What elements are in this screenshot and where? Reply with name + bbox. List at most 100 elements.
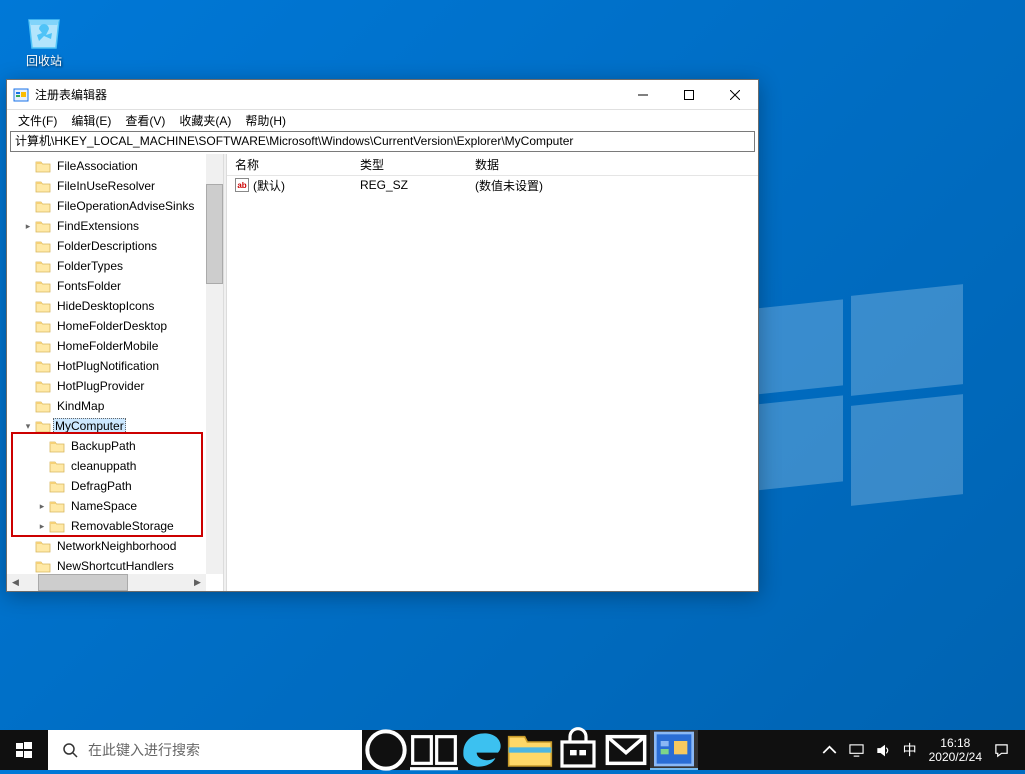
- tree-item-label: HomeFolderDesktop: [55, 319, 169, 333]
- registry-editor-window: 注册表编辑器 文件(F) 编辑(E) 查看(V) 收藏夹(A) 帮助(H) Fi…: [6, 79, 759, 592]
- windows-logo-wallpaper: [755, 290, 965, 500]
- task-view-icon: [410, 726, 458, 774]
- expander-icon[interactable]: ▸: [35, 501, 49, 512]
- tree-item-hotplugprovider[interactable]: HotPlugProvider: [11, 376, 223, 396]
- address-bar[interactable]: [10, 131, 755, 152]
- tree-item-homefolderdesktop[interactable]: HomeFolderDesktop: [11, 316, 223, 336]
- folder-icon: [35, 559, 51, 573]
- action-center-button[interactable]: [988, 730, 1015, 770]
- tree-item-label: RemovableStorage: [69, 519, 176, 533]
- tree-item-findextensions[interactable]: ▸FindExtensions: [11, 216, 223, 236]
- tree-item-hotplugnotification[interactable]: HotPlugNotification: [11, 356, 223, 376]
- notification-icon: [994, 743, 1009, 758]
- cortana-button[interactable]: [362, 730, 410, 770]
- expander-icon[interactable]: ▸: [21, 221, 35, 232]
- string-value-icon: ab: [235, 178, 249, 192]
- file-explorer-button[interactable]: [506, 730, 554, 770]
- ime-indicator[interactable]: 中: [897, 730, 923, 770]
- tree-item-mycomputer[interactable]: ▾MyComputer: [11, 416, 223, 436]
- column-name[interactable]: 名称: [227, 154, 352, 175]
- tree-item-fileassociation[interactable]: FileAssociation: [11, 156, 223, 176]
- tree-item-label: FileInUseResolver: [55, 179, 157, 193]
- menu-edit[interactable]: 编辑(E): [64, 112, 118, 129]
- tree-item-namespace[interactable]: ▸ NameSpace: [11, 496, 223, 516]
- tree-scrollbar-vertical[interactable]: [206, 154, 223, 574]
- store-button[interactable]: [554, 730, 602, 770]
- tree-item-folderdescriptions[interactable]: FolderDescriptions: [11, 236, 223, 256]
- tray-overflow-button[interactable]: [816, 730, 843, 770]
- regedit-taskbar-icon: [650, 725, 698, 773]
- tree-item-fontsfolder[interactable]: FontsFolder: [11, 276, 223, 296]
- file-explorer-icon: [506, 726, 554, 774]
- folder-icon: [49, 479, 65, 493]
- task-view-button[interactable]: [410, 730, 458, 770]
- taskbar: 在此键入进行搜索: [0, 730, 1025, 770]
- tree-item-newshortcuthandlers[interactable]: NewShortcutHandlers: [11, 556, 223, 576]
- menu-favorites[interactable]: 收藏夹(A): [172, 112, 238, 129]
- tree-item-label: FolderTypes: [55, 259, 125, 273]
- column-type[interactable]: 类型: [352, 154, 467, 175]
- column-data[interactable]: 数据: [467, 154, 758, 175]
- folder-icon: [49, 439, 65, 453]
- cortana-icon: [362, 726, 410, 774]
- values-pane: 名称 类型 数据 ab(默认)REG_SZ(数值未设置): [227, 154, 758, 591]
- tree-item-networkneighborhood[interactable]: NetworkNeighborhood: [11, 536, 223, 556]
- tree-item-label: HotPlugProvider: [55, 379, 146, 393]
- tree-item-foldertypes[interactable]: FolderTypes: [11, 256, 223, 276]
- taskbar-search[interactable]: 在此键入进行搜索: [48, 730, 362, 770]
- mail-button[interactable]: [602, 730, 650, 770]
- tree-item-fileinuseresolver[interactable]: FileInUseResolver: [11, 176, 223, 196]
- menu-help[interactable]: 帮助(H): [238, 112, 293, 129]
- menu-view[interactable]: 查看(V): [118, 112, 172, 129]
- folder-icon: [35, 419, 51, 433]
- close-button[interactable]: [712, 80, 758, 109]
- menu-bar: 文件(F) 编辑(E) 查看(V) 收藏夹(A) 帮助(H): [7, 110, 758, 130]
- scroll-left-icon[interactable]: ◀: [7, 574, 24, 591]
- regedit-taskbar-button[interactable]: [650, 730, 698, 770]
- scrollbar-thumb[interactable]: [38, 574, 128, 591]
- tray-settings-button[interactable]: [843, 730, 870, 770]
- edge-icon: [458, 726, 506, 774]
- tree-item-label: NetworkNeighborhood: [55, 539, 178, 553]
- tree-item-label: KindMap: [55, 399, 106, 413]
- titlebar[interactable]: 注册表编辑器: [7, 80, 758, 110]
- scroll-right-icon[interactable]: ▶: [189, 574, 206, 591]
- scrollbar-thumb[interactable]: [206, 184, 223, 284]
- tree-item-backuppath[interactable]: BackupPath: [11, 436, 223, 456]
- minimize-button[interactable]: [620, 80, 666, 109]
- folder-icon: [35, 279, 51, 293]
- value-data: (数值未设置): [467, 177, 758, 194]
- monitor-icon: [849, 743, 864, 758]
- registry-tree[interactable]: FileAssociation FileInUseResolver FileOper…: [7, 154, 223, 591]
- maximize-button[interactable]: [666, 80, 712, 109]
- tree-item-label: NameSpace: [69, 499, 139, 513]
- folder-icon: [49, 459, 65, 473]
- tree-item-label: HideDesktopIcons: [55, 299, 156, 313]
- expander-icon[interactable]: ▸: [35, 521, 49, 532]
- recycle-bin[interactable]: 回收站: [18, 8, 70, 69]
- tree-item-cleanuppath[interactable]: cleanuppath: [11, 456, 223, 476]
- value-name: (默认): [253, 177, 285, 194]
- value-row[interactable]: ab(默认)REG_SZ(数值未设置): [227, 176, 758, 194]
- menu-file[interactable]: 文件(F): [11, 112, 64, 129]
- folder-icon: [35, 179, 51, 193]
- tree-item-kindmap[interactable]: KindMap: [11, 396, 223, 416]
- address-input[interactable]: [15, 134, 750, 148]
- clock[interactable]: 16:18 2020/2/24: [923, 730, 988, 770]
- volume-button[interactable]: [870, 730, 897, 770]
- edge-button[interactable]: [458, 730, 506, 770]
- expander-icon[interactable]: ▾: [21, 421, 35, 432]
- start-button[interactable]: [0, 730, 48, 770]
- tree-item-removablestorage[interactable]: ▸ RemovableStorage: [11, 516, 223, 536]
- values-list[interactable]: ab(默认)REG_SZ(数值未设置): [227, 176, 758, 591]
- folder-icon: [35, 379, 51, 393]
- tree-scrollbar-horizontal[interactable]: ◀ ▶: [7, 574, 206, 591]
- tree-item-defragpath[interactable]: DefragPath: [11, 476, 223, 496]
- tree-item-hidedesktopicons[interactable]: HideDesktopIcons: [11, 296, 223, 316]
- window-title: 注册表编辑器: [35, 86, 620, 103]
- folder-icon: [35, 319, 51, 333]
- tree-item-fileoperationadvisesinks[interactable]: FileOperationAdviseSinks: [11, 196, 223, 216]
- folder-icon: [49, 499, 65, 513]
- tree-item-homefoldermobile[interactable]: HomeFolderMobile: [11, 336, 223, 356]
- show-desktop-button[interactable]: [1015, 730, 1021, 770]
